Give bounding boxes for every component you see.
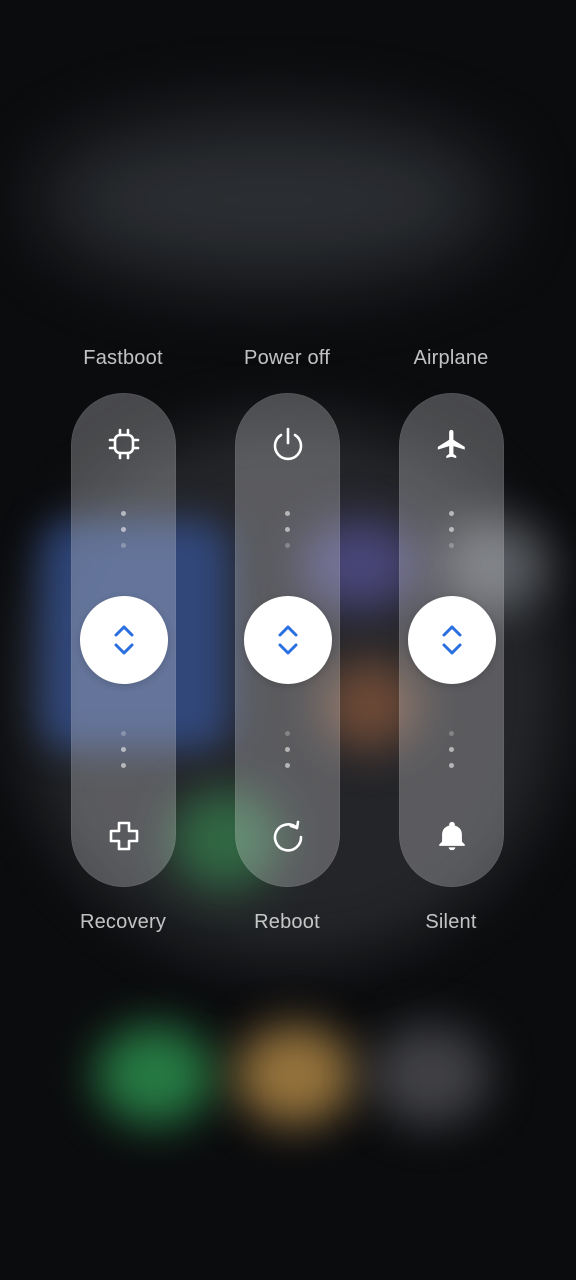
slider-knob[interactable] — [79, 596, 168, 684]
slider-knob[interactable] — [407, 596, 496, 684]
fastboot-recovery-slider[interactable] — [71, 393, 176, 887]
background-blur — [40, 120, 500, 280]
slider-knob[interactable] — [243, 596, 332, 684]
fastboot-label: Fastboot — [83, 347, 163, 369]
chip-icon[interactable] — [106, 426, 142, 462]
recovery-label: Recovery — [79, 911, 167, 933]
slider-dots — [449, 731, 455, 779]
chevron-up-down-icon — [114, 625, 133, 655]
airplane-silent-slider[interactable] — [399, 393, 504, 887]
slider-dots — [285, 731, 291, 779]
silent-label: Silent — [425, 911, 477, 933]
slider-dots — [449, 511, 455, 559]
background-blur — [235, 1025, 355, 1125]
chevron-up-down-icon — [278, 625, 297, 655]
airplane-icon[interactable] — [434, 426, 470, 462]
chevron-up-down-icon — [442, 625, 461, 655]
power-off-reboot-slider[interactable] — [235, 393, 340, 887]
airplane-label: Airplane — [413, 347, 489, 369]
slider-dots — [121, 731, 127, 779]
bell-icon[interactable] — [434, 818, 470, 854]
slider-dots — [285, 511, 291, 559]
plus-icon[interactable] — [106, 818, 142, 854]
reboot-label: Reboot — [254, 911, 320, 933]
power-icon[interactable] — [270, 426, 306, 462]
background-blur — [370, 1025, 490, 1125]
background-blur — [95, 1025, 215, 1125]
slider-dots — [121, 511, 127, 559]
power-off-label: Power off — [244, 347, 330, 369]
refresh-icon[interactable] — [270, 818, 306, 854]
